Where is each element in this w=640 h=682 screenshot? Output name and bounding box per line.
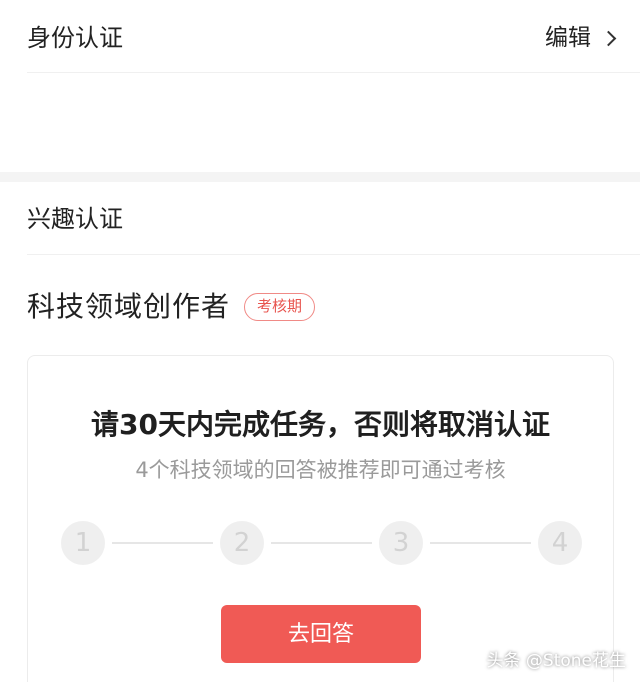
step-3: 3 xyxy=(379,521,423,565)
progress-steps: 1 2 3 4 xyxy=(61,521,582,565)
edit-label: 编辑 xyxy=(545,25,591,51)
answer-button[interactable]: 去回答 xyxy=(221,605,421,663)
identity-title: 身份认证 xyxy=(27,24,123,52)
category-title: 科技领域创作者 xyxy=(27,290,231,323)
step-connector xyxy=(430,542,531,544)
status-badge: 考核期 xyxy=(244,293,316,321)
watermark: 头条 @Stone花生 xyxy=(486,651,627,671)
task-subline: 4个科技领域的回答被推荐即可通过考核 xyxy=(135,458,506,482)
divider xyxy=(27,72,640,73)
chevron-right-icon xyxy=(600,30,617,46)
step-connector xyxy=(112,542,213,544)
interest-title: 兴趣认证 xyxy=(27,205,123,233)
category-row: 科技领域创作者 考核期 xyxy=(27,288,316,326)
task-headline: 请30天内完成任务，否则将取消认证 xyxy=(91,408,550,441)
step-4: 4 xyxy=(538,521,582,565)
step-1: 1 xyxy=(61,521,105,565)
task-card: 请30天内完成任务，否则将取消认证 4个科技领域的回答被推荐即可通过考核 1 2… xyxy=(27,355,614,682)
step-connector xyxy=(271,542,372,544)
step-2: 2 xyxy=(220,521,264,565)
section-separator xyxy=(0,172,640,182)
divider xyxy=(27,254,640,255)
identity-section: 身份认证 编辑 xyxy=(0,0,640,72)
edit-button[interactable]: 编辑 xyxy=(545,22,617,54)
